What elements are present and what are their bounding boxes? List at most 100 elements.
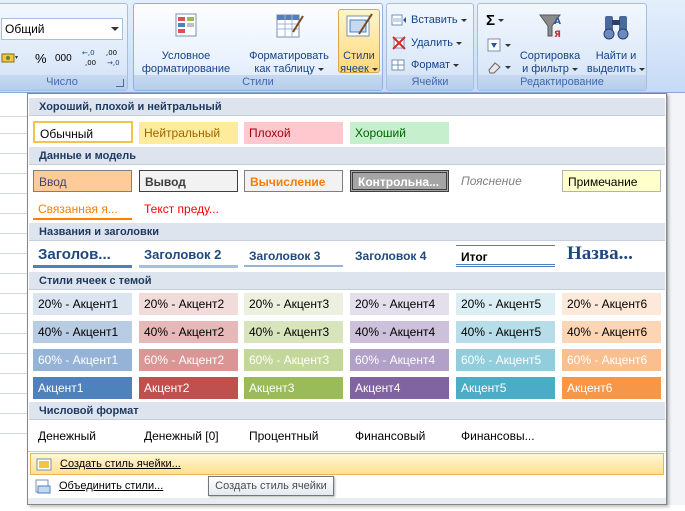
style-60-accent2[interactable]: 60% - Акцент2 [139, 349, 238, 371]
style-40-accent1[interactable]: 40% - Акцент1 [33, 321, 132, 343]
style-output[interactable]: Вывод [139, 170, 238, 192]
resize-grip-icon[interactable] [28, 498, 666, 504]
style-title[interactable]: Назва... [562, 240, 661, 268]
style-good[interactable]: Хороший [350, 122, 449, 144]
thousands-separator-button[interactable]: 000 [55, 48, 77, 68]
delete-button[interactable]: Удалить [391, 35, 462, 51]
chevron-down-icon [111, 27, 119, 31]
sort-filter-button[interactable]: А Я Сортировка и фильтр [516, 10, 584, 76]
percent-button[interactable]: % [35, 48, 51, 68]
conditional-formatting-icon [175, 13, 197, 37]
style-currency[interactable]: Денежный [33, 425, 132, 447]
style-heading-1[interactable]: Заголов... [33, 244, 132, 268]
row-gridline [0, 293, 27, 294]
style-note[interactable]: Примечание [562, 170, 661, 192]
merge-styles-label: Объединить стили... [59, 480, 164, 492]
number-format-select[interactable]: Общий [1, 18, 123, 40]
create-cell-style-button[interactable]: Создать стиль ячейки... [30, 453, 664, 475]
eraser-icon [488, 62, 501, 74]
decrease-decimal-button[interactable]: ,00 →,0 [105, 46, 127, 68]
style-check-cell[interactable]: Контрольна... [350, 170, 449, 192]
row-gridline [0, 373, 27, 374]
style-warning-text[interactable]: Текст преду... [139, 198, 238, 220]
find-select-button[interactable]: Найти и выделить [586, 10, 646, 76]
worksheet-edge[interactable] [0, 93, 27, 511]
style-60-accent5[interactable]: 60% - Акцент5 [456, 349, 555, 371]
chevron-down-icon [505, 43, 511, 47]
style-calculation[interactable]: Вычисление [244, 170, 343, 192]
section-header-number-format: Числовой формат [29, 402, 665, 420]
style-60-accent1[interactable]: 60% - Акцент1 [33, 349, 132, 371]
style-accent5[interactable]: Акцент5 [456, 377, 555, 399]
style-20-accent6[interactable]: 20% - Акцент6 [562, 293, 661, 315]
create-cell-style-label: Создать стиль ячейки... [60, 458, 181, 470]
cell-styles-line2: ячеек [340, 63, 369, 75]
style-normal[interactable]: Обычный [33, 121, 133, 143]
row-gridline [0, 433, 27, 434]
row-gridline [0, 413, 27, 414]
row-gridline [0, 213, 27, 214]
style-bad[interactable]: Плохой [244, 122, 343, 144]
row-gridline [0, 153, 27, 154]
sort-filter-label: Сортировка и фильтр [516, 50, 584, 76]
style-40-accent6[interactable]: 40% - Акцент6 [562, 321, 661, 343]
style-60-accent4[interactable]: 60% - Акцент4 [350, 349, 449, 371]
style-comma-0[interactable]: Финансовы... [456, 425, 555, 447]
format-label: Формат [411, 59, 451, 71]
style-40-accent2[interactable]: 40% - Акцент2 [139, 321, 238, 343]
style-heading-2[interactable]: Заголовок 2 [139, 244, 238, 268]
style-accent1[interactable]: Акцент1 [33, 377, 132, 399]
style-40-accent3[interactable]: 40% - Акцент3 [244, 321, 343, 343]
clear-button[interactable] [486, 59, 511, 75]
style-heading-3[interactable]: Заголовок 3 [244, 245, 343, 267]
style-input[interactable]: Ввод [33, 170, 132, 192]
style-20-accent3[interactable]: 20% - Акцент3 [244, 293, 343, 315]
style-20-accent2[interactable]: 20% - Акцент2 [139, 293, 238, 315]
format-as-table-label: Форматировать как таблицу [242, 50, 336, 76]
chevron-down-icon [317, 67, 324, 71]
svg-text:,00: ,00 [85, 59, 96, 67]
style-currency-0[interactable]: Денежный [0] [139, 425, 238, 447]
merge-styles-icon [35, 479, 51, 494]
autosum-button[interactable]: Σ [486, 12, 505, 29]
style-60-accent6[interactable]: 60% - Акцент6 [562, 349, 661, 371]
worksheet-scrollbar[interactable] [667, 93, 685, 505]
delete-label: Удалить [411, 37, 453, 49]
svg-text:Я: Я [554, 30, 561, 40]
format-as-table-button[interactable]: Форматировать как таблицу [242, 10, 336, 76]
style-accent2[interactable]: Акцент2 [139, 377, 238, 399]
style-explanatory[interactable]: Пояснение [456, 170, 555, 192]
currency-format-button[interactable] [1, 48, 29, 68]
row-gridline [0, 353, 27, 354]
style-total[interactable]: Итог [456, 245, 555, 267]
fill-button[interactable] [486, 37, 511, 53]
style-40-accent5[interactable]: 40% - Акцент5 [456, 321, 555, 343]
row-gridline [0, 333, 27, 334]
chevron-down-icon [639, 67, 646, 71]
dialog-launcher-icon[interactable] [116, 79, 124, 87]
style-40-accent4[interactable]: 40% - Акцент4 [350, 321, 449, 343]
increase-decimal-button[interactable]: ←,0 ,00 [81, 46, 103, 68]
style-neutral[interactable]: Нейтральный [139, 122, 238, 144]
style-percent[interactable]: Процентный [244, 425, 343, 447]
styles-group: Условное форматирование Форматировать ка… [133, 3, 383, 91]
style-20-accent1[interactable]: 20% - Акцент1 [33, 293, 132, 315]
style-comma[interactable]: Финансовый [350, 425, 449, 447]
style-linked-cell[interactable]: Связанная я... [33, 198, 132, 220]
style-20-accent5[interactable]: 20% - Акцент5 [456, 293, 555, 315]
section-header-data-model: Данные и модель [29, 147, 665, 165]
styles-group-label: Стили [134, 75, 382, 90]
style-accent3[interactable]: Акцент3 [244, 377, 343, 399]
svg-text:,00: ,00 [106, 49, 117, 57]
format-button[interactable]: Формат [391, 57, 460, 73]
merge-styles-button[interactable]: Объединить стили... [30, 475, 664, 497]
style-20-accent4[interactable]: 20% - Акцент4 [350, 293, 449, 315]
tooltip: Создать стиль ячейки [208, 476, 334, 496]
style-60-accent3[interactable]: 60% - Акцент3 [244, 349, 343, 371]
style-heading-4[interactable]: Заголовок 4 [350, 245, 449, 267]
cell-styles-button[interactable]: Стили ячеек [338, 9, 380, 75]
style-accent6[interactable]: Акцент6 [562, 377, 661, 399]
insert-button[interactable]: Вставить [391, 12, 467, 28]
style-accent4[interactable]: Акцент4 [350, 377, 449, 399]
number-group: Общий % 000 ←,0 ,00 ,00 →,0 Число [0, 3, 128, 91]
